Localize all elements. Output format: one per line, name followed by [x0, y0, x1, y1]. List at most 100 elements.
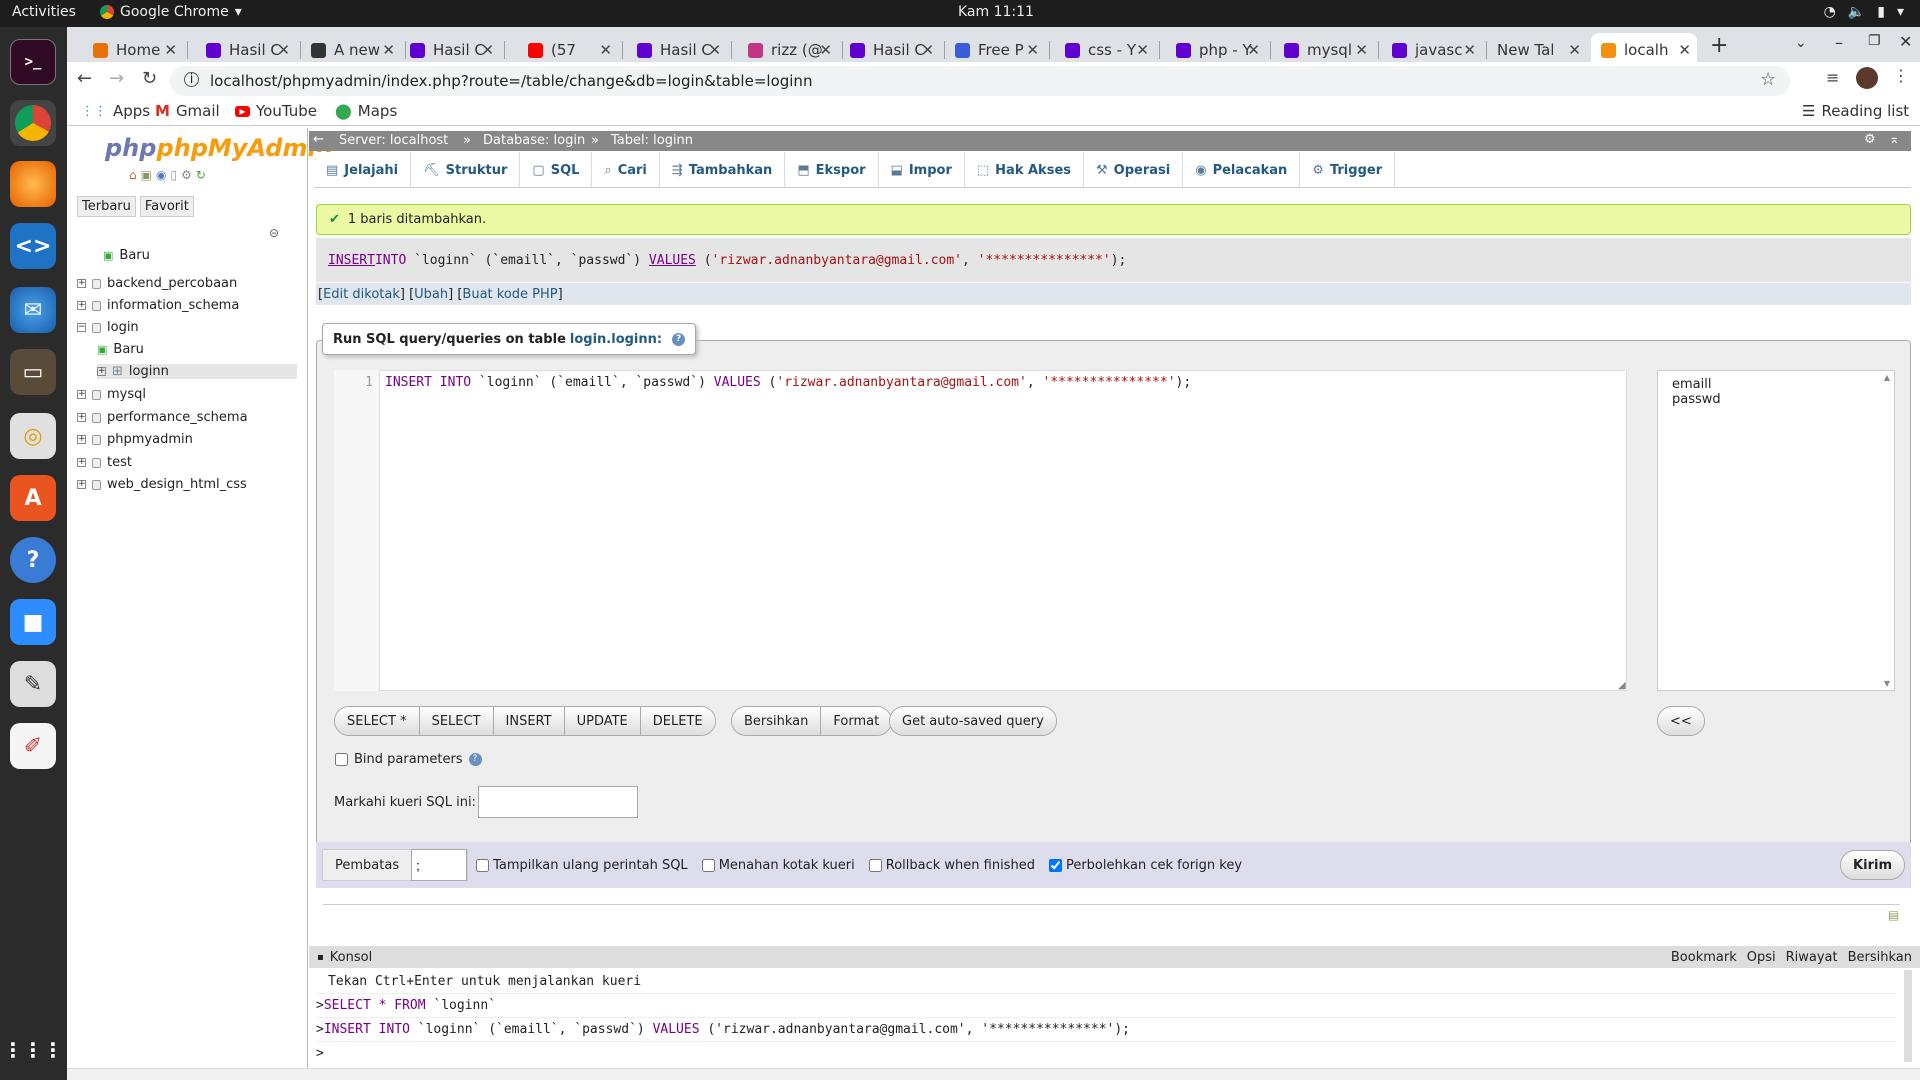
tab-trigger[interactable]: ⚙ Trigger	[1300, 152, 1396, 188]
tree-item-performance-schema[interactable]: + performance_schema	[77, 410, 248, 425]
minimize-icon[interactable]: –	[1835, 33, 1843, 52]
column-option[interactable]: emaill	[1672, 377, 1894, 392]
new-tab-button[interactable]: +	[1710, 33, 1728, 58]
option-3[interactable]: Perbolehkan cek forign key	[1048, 858, 1242, 873]
column-option[interactable]: passwd	[1672, 392, 1894, 407]
tab-sql[interactable]: ▢ SQL	[520, 152, 593, 188]
close-tab-icon[interactable]: ✕	[1355, 41, 1368, 59]
bind-params-checkbox[interactable]	[335, 753, 348, 766]
format-button[interactable]: Format	[821, 707, 892, 735]
vscode-icon[interactable]: <>	[10, 223, 56, 269]
resize-handle-icon[interactable]: ◢	[1618, 680, 1626, 691]
columns-list[interactable]: emaill passwd ▲ ▼	[1657, 370, 1895, 691]
option-checkbox[interactable]	[701, 858, 715, 872]
tab-operasi[interactable]: ⚒ Operasi	[1084, 152, 1184, 188]
close-tab-icon[interactable]: ✕	[1463, 41, 1476, 59]
terminal-icon[interactable]: >_	[10, 39, 56, 85]
tab-impor[interactable]: ⬓ Impor	[879, 152, 965, 188]
breadcrumb-table[interactable]: Tabel: loginn	[611, 133, 693, 148]
avatar[interactable]	[1856, 67, 1878, 89]
settings-icon[interactable]: ⚙	[181, 168, 192, 182]
edit-link[interactable]: Ubah	[414, 287, 448, 302]
close-tab-icon[interactable]: ✕	[277, 41, 290, 59]
files-icon[interactable]: ▭	[10, 349, 56, 395]
console-action-bersihkan[interactable]: Bersihkan	[1848, 950, 1912, 965]
option-1[interactable]: Menahan kotak kueri	[701, 858, 855, 873]
collapse-icon[interactable]: −	[77, 323, 86, 332]
activities-button[interactable]: Activities	[12, 4, 76, 20]
bookmark-star-icon[interactable]: ☆	[1760, 69, 1776, 90]
show-apps-icon[interactable]: ⋮⋮⋮	[3, 1027, 63, 1073]
option-checkbox[interactable]	[868, 858, 882, 872]
option-2[interactable]: Rollback when finished	[868, 858, 1035, 873]
console-action-bookmark[interactable]: Bookmark	[1671, 950, 1737, 965]
tree-item-loginn[interactable]: + ⊞ loginn	[97, 364, 297, 379]
delete-button[interactable]: DELETE	[640, 707, 715, 735]
close-tab-icon[interactable]: ✕	[164, 41, 177, 59]
more-menu-icon[interactable]: ⋮	[1893, 66, 1909, 85]
link-icon[interactable]: ⊝	[269, 226, 279, 240]
expand-icon[interactable]: +	[77, 413, 86, 422]
console-action-opsi[interactable]: Opsi	[1747, 950, 1776, 965]
thunderbird-icon[interactable]: ✉	[10, 287, 56, 333]
tree-item-phpmyadmin[interactable]: + phpmyadmin	[77, 432, 193, 447]
tree-item-test[interactable]: + test	[77, 455, 132, 470]
expand-icon[interactable]: +	[77, 279, 86, 288]
tab-cari[interactable]: ⌕ Cari	[592, 152, 660, 188]
rhythmbox-icon[interactable]: ◎	[10, 413, 56, 459]
edit-inline-link[interactable]: Edit dikotak	[323, 287, 400, 302]
back-icon[interactable]: ←	[77, 68, 92, 89]
close-tab-icon[interactable]: ✕	[481, 41, 494, 59]
bookmark-apps[interactable]: ⋮⋮ Apps	[81, 102, 150, 120]
expand-icon[interactable]: +	[77, 480, 86, 489]
software-icon[interactable]: A	[10, 475, 56, 521]
tab-ekspor[interactable]: ⬒ Ekspor	[785, 152, 879, 188]
breadcrumb-server[interactable]: Server: localhost	[339, 133, 448, 148]
tree-item-backend-percobaan[interactable]: + backend_percobaan	[77, 276, 237, 291]
text-editor-icon[interactable]: ✐	[10, 723, 56, 769]
sql-keyword[interactable]: VALUES	[649, 253, 696, 268]
close-window-icon[interactable]: ✕	[1899, 32, 1912, 51]
tab-recent[interactable]: Terbaru	[77, 196, 136, 217]
close-tab-icon[interactable]: ✕	[1568, 41, 1581, 59]
expand-icon[interactable]: +	[97, 367, 106, 376]
reading-list[interactable]: ☰ Reading list	[1802, 102, 1909, 120]
console-query[interactable]: >INSERT INTO `loginn` (`emaill`, `passwd…	[316, 1018, 1896, 1042]
collapse-columns-button[interactable]: <<	[1658, 707, 1704, 735]
tree-item-information-schema[interactable]: + information_schema	[77, 298, 239, 313]
close-tab-icon[interactable]: ✕	[819, 41, 832, 59]
clock[interactable]: Kam 11:11	[958, 4, 1034, 20]
address-bar[interactable]: i localhost/phpmyadmin/index.php?route=/…	[170, 66, 1790, 96]
option-0[interactable]: Tampilkan ulang perintah SQL	[476, 858, 688, 873]
close-tab-icon[interactable]: ✕	[599, 41, 612, 59]
close-tab-icon[interactable]: ✕	[1026, 41, 1039, 59]
update-button[interactable]: UPDATE	[564, 707, 641, 735]
chrome-icon[interactable]	[10, 100, 56, 146]
clear-button[interactable]: Bersihkan	[732, 707, 822, 735]
option-checkbox[interactable]	[1048, 858, 1062, 872]
bookmark-gmail[interactable]: M Gmail	[155, 102, 220, 120]
sql-editor[interactable]	[334, 370, 1627, 691]
reload-icon[interactable]: ↻	[142, 68, 157, 89]
legend-table[interactable]: login.loginn:	[570, 332, 662, 347]
console-action-riwayat[interactable]: Riwayat	[1786, 950, 1838, 965]
horizontal-scrollbar[interactable]	[67, 1068, 1920, 1080]
console-query[interactable]: >SELECT * FROM `loginn`	[316, 994, 1896, 1018]
firefox-icon[interactable]	[10, 161, 56, 207]
bookmark-query-input[interactable]	[477, 786, 638, 818]
insert-button[interactable]: INSERT	[493, 707, 565, 735]
expand-icon[interactable]: +	[77, 435, 86, 444]
console-input[interactable]: >	[316, 1042, 1896, 1066]
tab-struktur[interactable]: ⛏ Struktur	[411, 152, 521, 188]
logout-icon[interactable]: ▣	[141, 168, 152, 182]
app-menu[interactable]: Google Chrome ▾	[100, 4, 242, 20]
option-checkbox[interactable]	[476, 858, 490, 872]
refresh-icon[interactable]: ↻	[196, 168, 206, 182]
media-icon[interactable]: ≡	[1826, 68, 1839, 87]
draw-icon[interactable]: ✎	[10, 661, 56, 707]
collapse-left-icon[interactable]: ←	[313, 132, 324, 147]
restore-icon[interactable]: ❐	[1868, 33, 1881, 49]
breadcrumb-database[interactable]: Database: login	[483, 133, 585, 148]
delimiter-input[interactable]	[411, 849, 468, 881]
tree-item-baru[interactable]: ▣ Baru	[97, 342, 144, 357]
